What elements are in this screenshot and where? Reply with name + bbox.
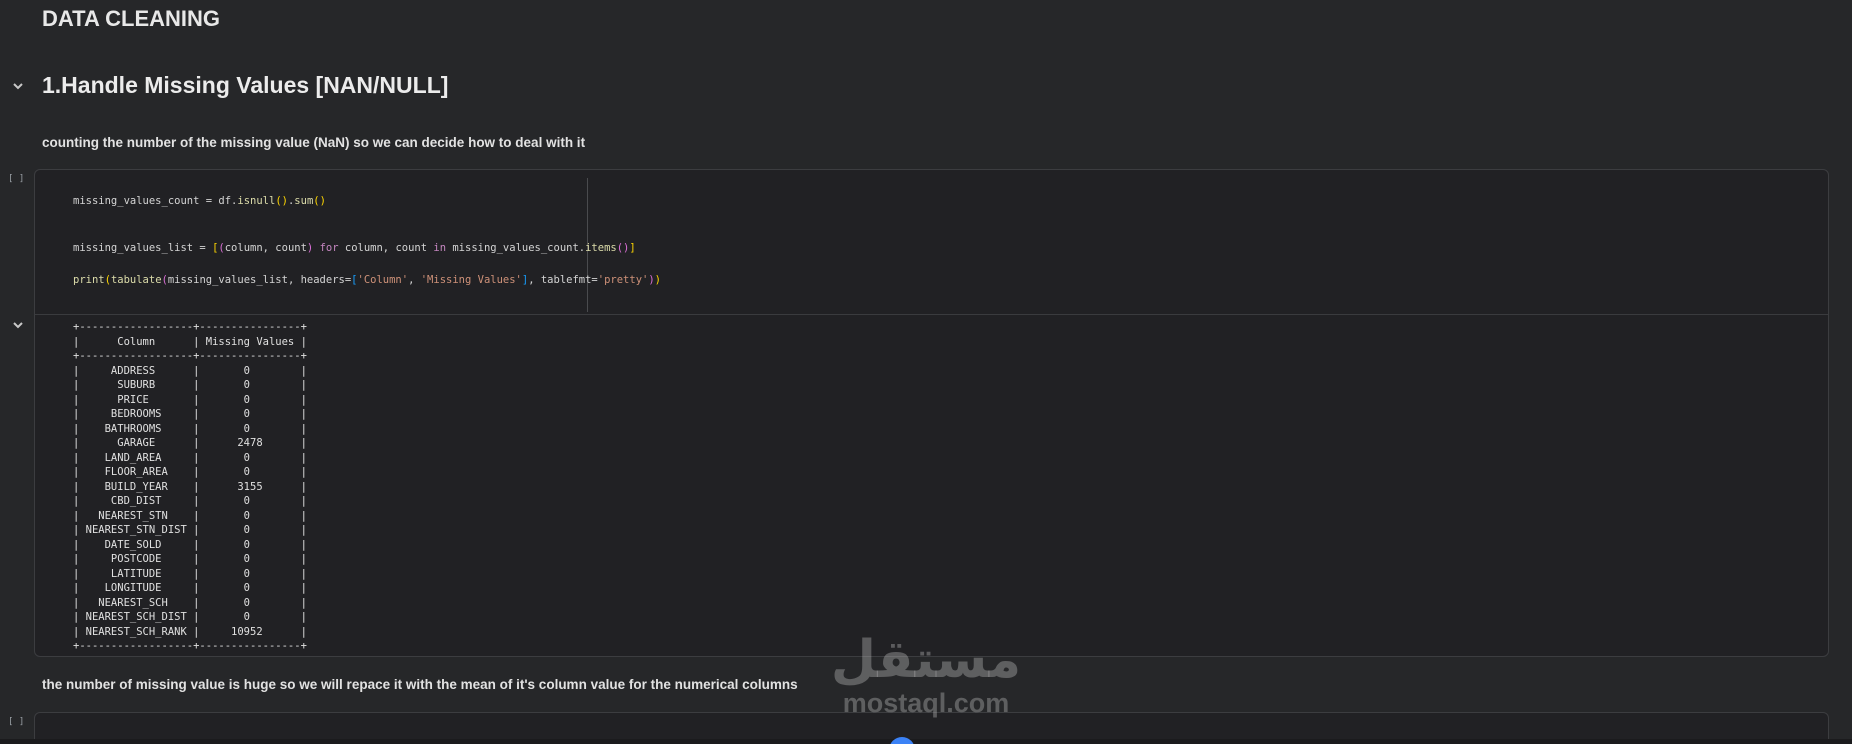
followup-text: the number of missing value is huge so w… xyxy=(42,677,798,692)
code-line-1: missing_values_count = df.isnull().sum() xyxy=(73,195,326,207)
intro-text: counting the number of the missing value… xyxy=(42,135,586,150)
run-cell-button[interactable]: [ ] xyxy=(8,174,24,184)
code-line-2: missing_values_list = [(column, count) f… xyxy=(73,242,636,254)
section-title: DATA CLEANING xyxy=(42,6,221,31)
code-cell[interactable]: missing_values_count = df.isnull().sum()… xyxy=(34,169,1829,657)
heading-handle-missing-values: 1.Handle Missing Values [NAN/NULL] xyxy=(42,72,449,98)
output-table: +------------------+----------------+ | … xyxy=(73,321,307,652)
collapse-output-toggle[interactable] xyxy=(8,315,28,335)
run-cell-button[interactable]: [ ] xyxy=(8,717,24,727)
code-line-3: print(tabulate(missing_values_list, head… xyxy=(73,274,661,286)
collapse-section-toggle[interactable] xyxy=(8,76,28,96)
bottom-bar xyxy=(0,739,1852,744)
code-editor[interactable]: missing_values_count = df.isnull().sum()… xyxy=(35,170,1828,315)
chevron-down-icon xyxy=(13,322,23,329)
chevron-down-icon xyxy=(13,83,23,90)
